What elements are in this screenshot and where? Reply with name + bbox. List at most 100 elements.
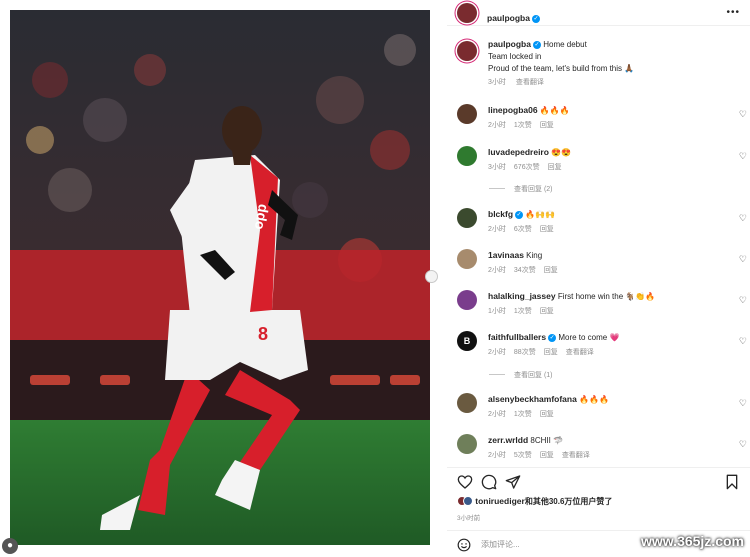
- post-actions: [447, 467, 750, 493]
- comment-item: halalking_jassey First home win the 🐐👏🔥 …: [457, 290, 749, 320]
- comment-likes[interactable]: 88次赞: [514, 349, 536, 356]
- verified-icon: ✓: [531, 15, 540, 23]
- comment-item: blckfg ✓ 🔥🙌🙌 2小时 6次赞 回复 ♡: [457, 208, 749, 238]
- commenter-username[interactable]: luvadepedreiro: [488, 147, 549, 157]
- comment-text: First home win the 🐐👏🔥: [557, 292, 656, 301]
- comment-likes[interactable]: 6次赞: [514, 226, 532, 233]
- comment-likes[interactable]: 1次赞: [514, 122, 532, 129]
- comment-text: 😍😍: [551, 148, 572, 157]
- commenter-avatar[interactable]: [457, 104, 477, 124]
- verified-icon: ✓: [515, 211, 524, 219]
- comment-time: 2小时: [488, 411, 506, 418]
- post-header: paulpogba ✓ •••: [447, 0, 750, 26]
- comment-likes[interactable]: 676次赞: [514, 164, 540, 171]
- likes-summary[interactable]: toniruediger和其他30.6万位用户赞了: [457, 496, 612, 507]
- svg-text:8: 8: [258, 324, 268, 344]
- commenter-avatar[interactable]: [457, 208, 477, 228]
- like-icon[interactable]: [457, 474, 473, 490]
- like-comment-icon[interactable]: ♡: [739, 398, 747, 409]
- commenter-username[interactable]: faithfullballers: [488, 332, 546, 342]
- reply-button[interactable]: 回复: [540, 308, 554, 315]
- comment-likes[interactable]: 1次赞: [514, 308, 532, 315]
- post-media: opp 8 ●: [0, 0, 440, 557]
- comment-likes[interactable]: 5次赞: [514, 452, 532, 459]
- caption-time: 3小时: [488, 79, 506, 86]
- share-icon[interactable]: [505, 474, 521, 490]
- comment-item: linepogba06 🔥🔥🔥 2小时 1次赞 回复 ♡: [457, 104, 749, 134]
- caption-line-2: Team locked in: [488, 52, 542, 61]
- caption-avatar[interactable]: [457, 41, 477, 61]
- commenter-avatar[interactable]: [457, 249, 477, 269]
- post-photo[interactable]: opp 8: [10, 10, 430, 545]
- reply-button[interactable]: 回复: [548, 164, 562, 171]
- comment-time: 2小时: [488, 267, 506, 274]
- commenter-avatar[interactable]: [457, 146, 477, 166]
- caption-username[interactable]: paulpogba: [488, 39, 531, 49]
- comment-time: 2小时: [488, 226, 506, 233]
- commenter-username[interactable]: 1avinaas: [488, 250, 524, 260]
- view-replies-link[interactable]: 查看回复 (1): [489, 370, 553, 380]
- reply-button[interactable]: 回复: [540, 226, 554, 233]
- comment-time: 1小时: [488, 308, 506, 315]
- carousel-next-button[interactable]: [425, 270, 438, 283]
- comment-item: luvadepedreiro 😍😍 3小时 676次赞 回复 ♡: [457, 146, 749, 176]
- comment-text: 🔥🔥🔥: [579, 395, 609, 404]
- liker-avatar: [463, 496, 473, 506]
- like-comment-icon[interactable]: ♡: [739, 254, 747, 265]
- view-replies-link[interactable]: 查看回复 (2): [489, 184, 553, 194]
- viewer-avatar-icon[interactable]: ●: [2, 538, 18, 554]
- caption-translate-link[interactable]: 查看翻译: [516, 79, 544, 86]
- translate-link[interactable]: 查看翻译: [566, 349, 594, 356]
- liker-username[interactable]: toniruediger: [475, 496, 525, 506]
- comment-icon[interactable]: [481, 474, 497, 490]
- commenter-username[interactable]: zerr.wrldd: [488, 435, 528, 445]
- comment-text: 8CHII 🦈: [530, 436, 564, 445]
- post-time: 3小时前: [457, 515, 481, 522]
- add-comment-input[interactable]: [481, 536, 641, 553]
- comment-text: 🔥🙌🙌: [525, 210, 556, 219]
- emoji-icon[interactable]: [457, 538, 471, 552]
- caption-line-3: Proud of the team, let's build from this…: [488, 64, 635, 73]
- comment-text: More to come 💗: [558, 333, 620, 342]
- comment-item: 1avinaas King 2小时 34次赞 回复 ♡: [457, 249, 749, 279]
- author-username[interactable]: paulpogba: [487, 13, 530, 23]
- site-watermark: www.365jz.com: [641, 533, 744, 549]
- comment-item: B faithfullballers ✓ More to come 💗 2小时 88…: [457, 331, 749, 361]
- commenter-username[interactable]: linepogba06: [488, 105, 538, 115]
- like-comment-icon[interactable]: ♡: [739, 439, 747, 450]
- comment-time: 2小时: [488, 452, 506, 459]
- like-comment-icon[interactable]: ♡: [739, 213, 747, 224]
- reply-button[interactable]: 回复: [544, 267, 558, 274]
- commenter-avatar[interactable]: [457, 434, 477, 454]
- comment-time: 3小时: [488, 164, 506, 171]
- reply-button[interactable]: 回复: [544, 349, 558, 356]
- reply-button[interactable]: 回复: [540, 122, 554, 129]
- comment-time: 2小时: [488, 122, 506, 129]
- reply-button[interactable]: 回复: [540, 452, 554, 459]
- likes-count-text[interactable]: 和其他30.6万位用户赞了: [525, 497, 613, 506]
- commenter-username[interactable]: blckfg: [488, 209, 513, 219]
- commenter-username[interactable]: alsenybeckhamfofana: [488, 394, 577, 404]
- more-options-icon[interactable]: •••: [726, 7, 740, 18]
- post-panel: paulpogba ✓ ••• paulpogba ✓ Home debut Tea…: [447, 0, 750, 557]
- like-comment-icon[interactable]: ♡: [739, 109, 747, 120]
- author-avatar[interactable]: [457, 3, 477, 23]
- save-icon[interactable]: [724, 474, 740, 490]
- caption-line-1: Home debut: [543, 40, 587, 49]
- translate-link[interactable]: 查看翻译: [562, 452, 590, 459]
- comment-item: alsenybeckhamfofana 🔥🔥🔥 2小时 1次赞 回复 ♡: [457, 393, 749, 423]
- reply-button[interactable]: 回复: [540, 411, 554, 418]
- comment-text: 🔥🔥🔥: [539, 106, 570, 115]
- commenter-avatar[interactable]: B: [457, 331, 477, 351]
- comment-item: zerr.wrldd 8CHII 🦈 2小时 5次赞 回复 查看翻译 ♡: [457, 434, 749, 464]
- verified-icon: ✓: [532, 41, 541, 49]
- commenter-avatar[interactable]: [457, 393, 477, 413]
- like-comment-icon[interactable]: ♡: [739, 336, 747, 347]
- commenter-avatar[interactable]: [457, 290, 477, 310]
- comment-likes[interactable]: 34次赞: [514, 267, 536, 274]
- comment-text: King: [526, 251, 543, 260]
- like-comment-icon[interactable]: ♡: [739, 295, 747, 306]
- like-comment-icon[interactable]: ♡: [739, 151, 747, 162]
- comment-likes[interactable]: 1次赞: [514, 411, 532, 418]
- commenter-username[interactable]: halalking_jassey: [488, 291, 556, 301]
